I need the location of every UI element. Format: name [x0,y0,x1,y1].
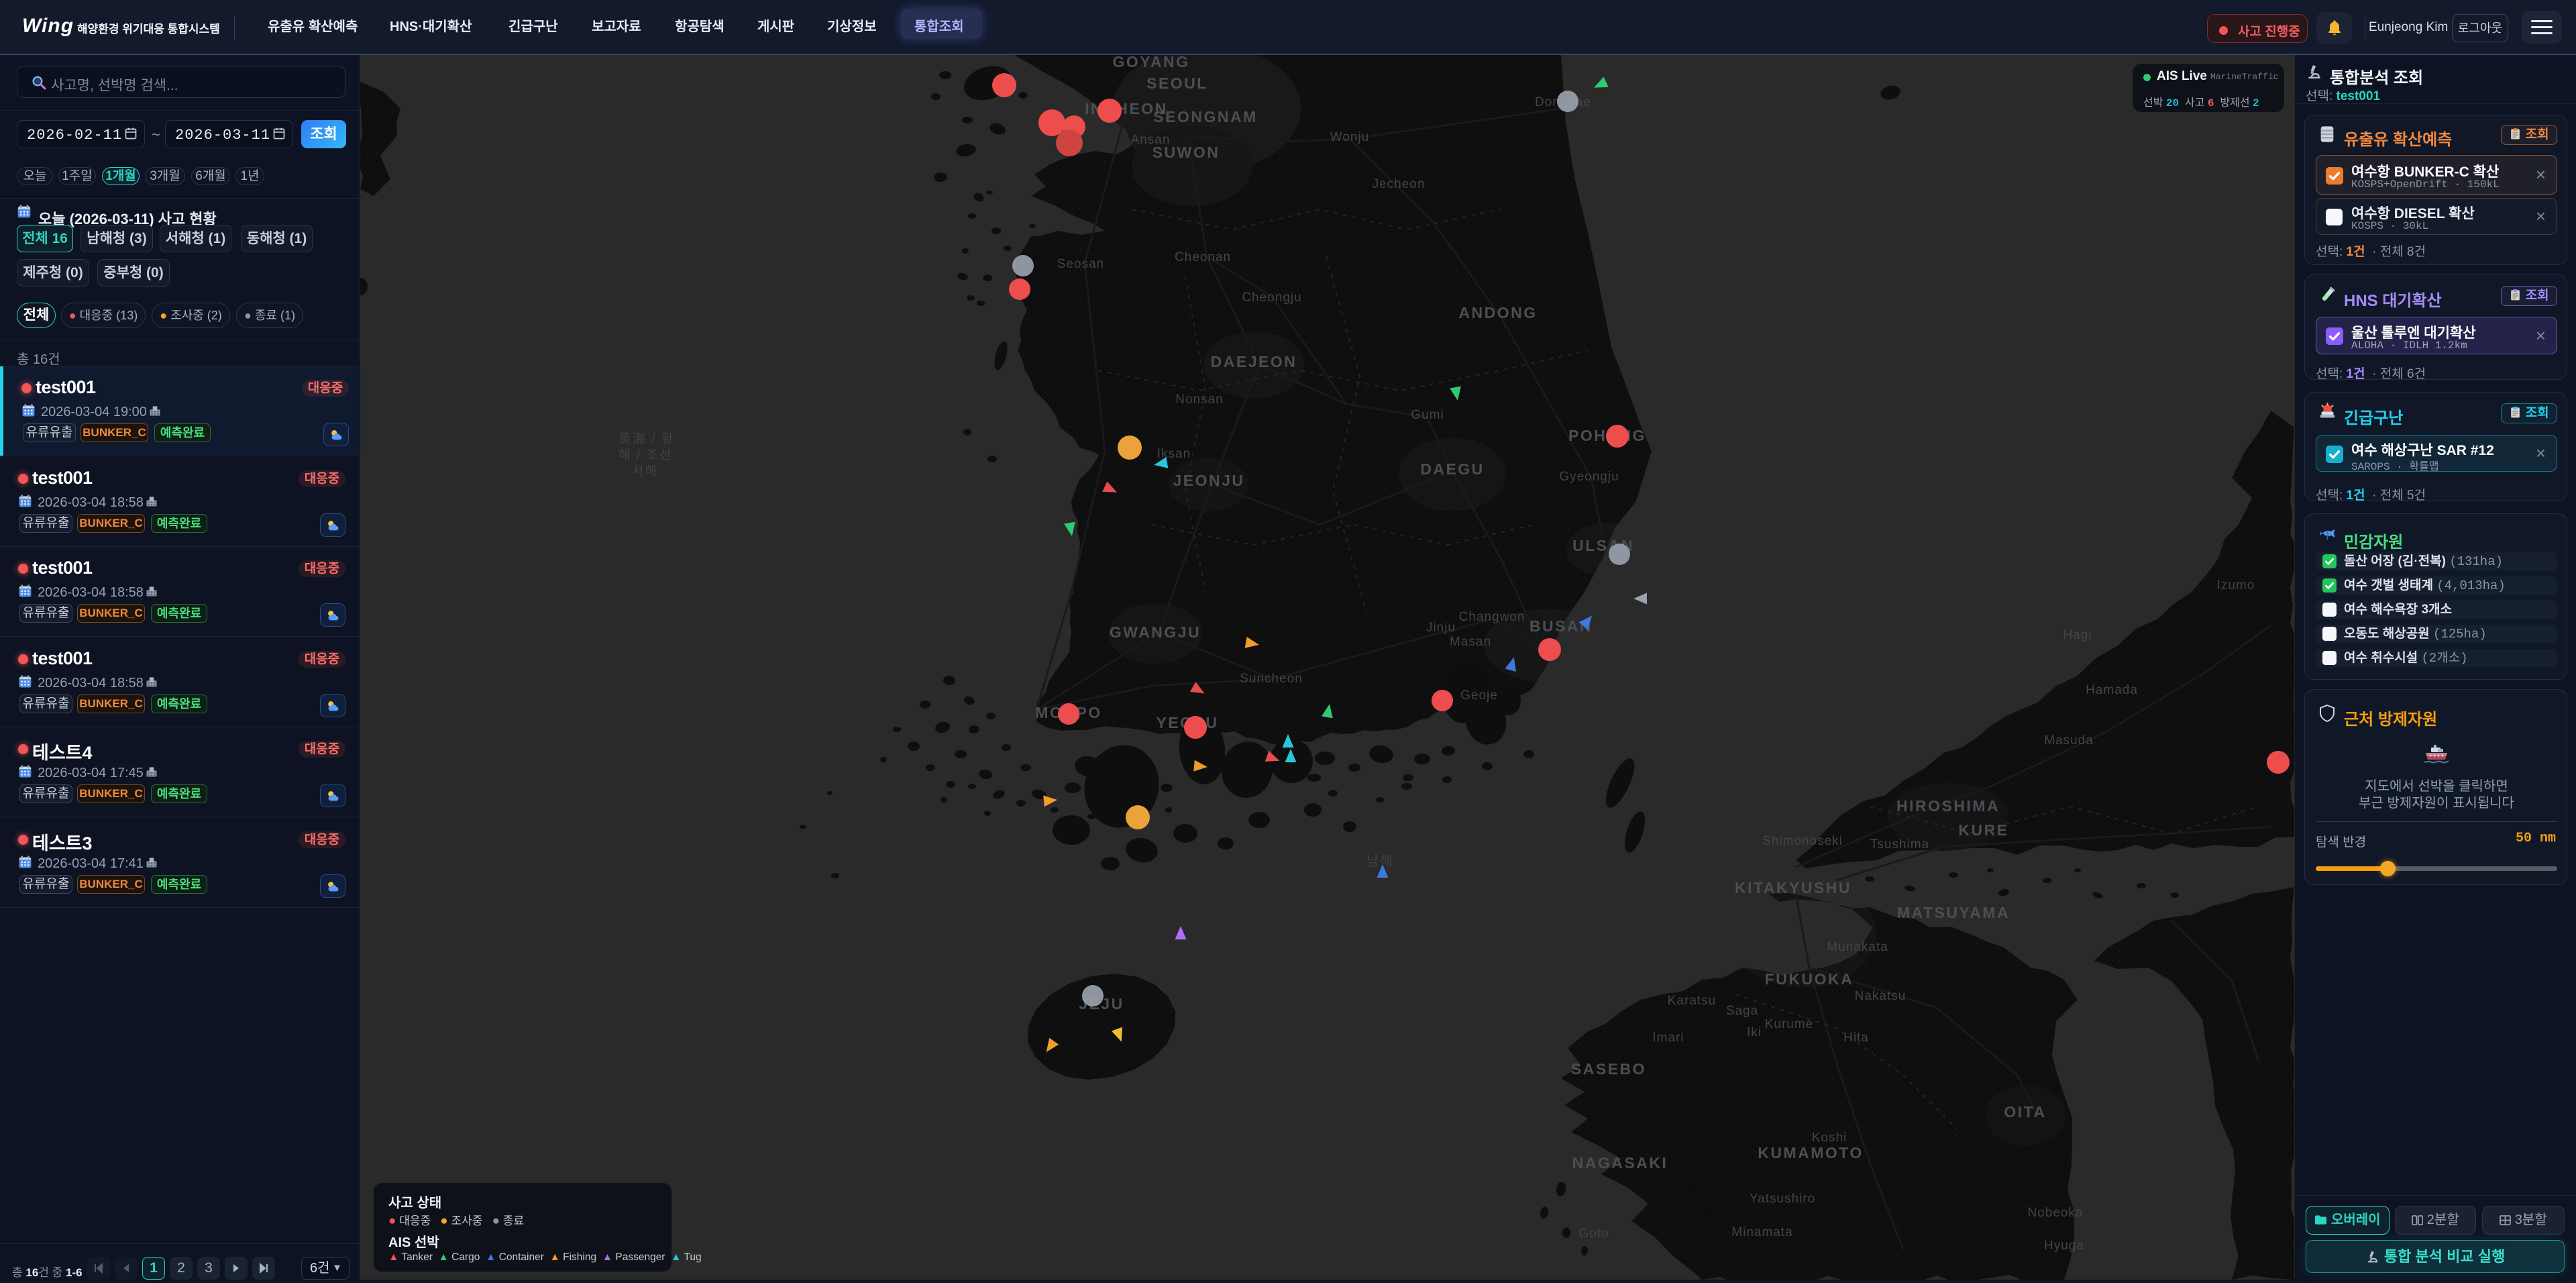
svg-text:KITAKYUSHU: KITAKYUSHU [1735,879,1851,896]
svg-text:SEONGNAM: SEONGNAM [1153,108,1257,125]
svg-text:ANDONG: ANDONG [1458,304,1537,321]
svg-text:Izumo: Izumo [2217,578,2255,593]
svg-text:JEONJU: JEONJU [1173,472,1244,489]
svg-text:해 / 조선: 해 / 조선 [619,448,672,462]
svg-text:Nakatsu: Nakatsu [1855,989,1907,1003]
svg-text:Iki: Iki [1747,1025,1762,1039]
svg-text:Goto: Goto [1578,1227,1609,1241]
svg-text:Ansan: Ansan [1131,133,1171,147]
svg-text:Munakata: Munakata [1827,940,1888,954]
svg-text:DAEJEON: DAEJEON [1211,353,1297,370]
svg-text:Gumi: Gumi [1411,408,1444,422]
svg-text:Changwon: Changwon [1459,610,1525,624]
svg-text:Seosan: Seosan [1057,257,1104,271]
svg-text:KURE: KURE [1958,821,2008,839]
svg-text:Koshi: Koshi [1812,1131,1847,1145]
svg-text:Geoje: Geoje [1460,688,1498,703]
svg-text:NAGASAKI: NAGASAKI [1572,1154,1668,1172]
svg-text:FUKUOKA: FUKUOKA [1765,970,1854,988]
svg-text:黄海 / 황: 黄海 / 황 [619,431,674,446]
svg-text:Nobeoka: Nobeoka [2027,1206,2083,1220]
svg-text:Gyeongju: Gyeongju [1559,470,1619,484]
svg-text:KUMAMOTO: KUMAMOTO [1758,1144,1864,1162]
svg-text:BUSAN: BUSAN [1529,617,1593,635]
svg-text:SASEBO: SASEBO [1571,1060,1646,1078]
svg-text:MATSUYAMA: MATSUYAMA [1897,904,2010,921]
svg-text:Masan: Masan [1450,635,1491,649]
svg-text:Imari: Imari [1652,1031,1684,1045]
svg-text:Hagi: Hagi [2063,628,2092,642]
svg-text:Suncheon: Suncheon [1240,672,1303,686]
svg-text:SEOUL: SEOUL [1146,74,1208,92]
svg-text:Karatsu: Karatsu [1668,994,1716,1008]
svg-text:Minamata: Minamata [1731,1225,1792,1239]
svg-text:Shimonoseki: Shimonoseki [1762,834,1843,848]
svg-text:DAEGU: DAEGU [1420,460,1485,478]
svg-text:남해: 남해 [1366,854,1394,869]
svg-text:Saga: Saga [1726,1004,1758,1018]
svg-text:Jinju: Jinju [1426,621,1456,635]
svg-text:Cheongju: Cheongju [1242,291,1301,305]
svg-text:HIROSHIMA: HIROSHIMA [1896,797,2000,815]
svg-text:Hamada: Hamada [2086,683,2138,697]
svg-text:Iksan: Iksan [1157,447,1191,461]
svg-text:Yatsushiro: Yatsushiro [1750,1192,1815,1206]
svg-text:서해: 서해 [632,464,658,478]
svg-text:Hita: Hita [1843,1031,1869,1045]
svg-text:Cheonan: Cheonan [1175,250,1231,264]
svg-text:GOYANG: GOYANG [1112,55,1189,70]
svg-text:Jecheon: Jecheon [1373,177,1426,191]
svg-text:Wonju: Wonju [1330,130,1370,144]
svg-text:GWANGJU: GWANGJU [1110,623,1201,641]
svg-text:Hyuga: Hyuga [2044,1239,2084,1253]
svg-text:Kurume: Kurume [1765,1017,1814,1031]
svg-text:Nonsan: Nonsan [1175,393,1224,407]
svg-text:OITA: OITA [2004,1103,2046,1121]
svg-text:Masuda: Masuda [2044,733,2094,748]
svg-text:Tsushima: Tsushima [1870,837,1929,852]
